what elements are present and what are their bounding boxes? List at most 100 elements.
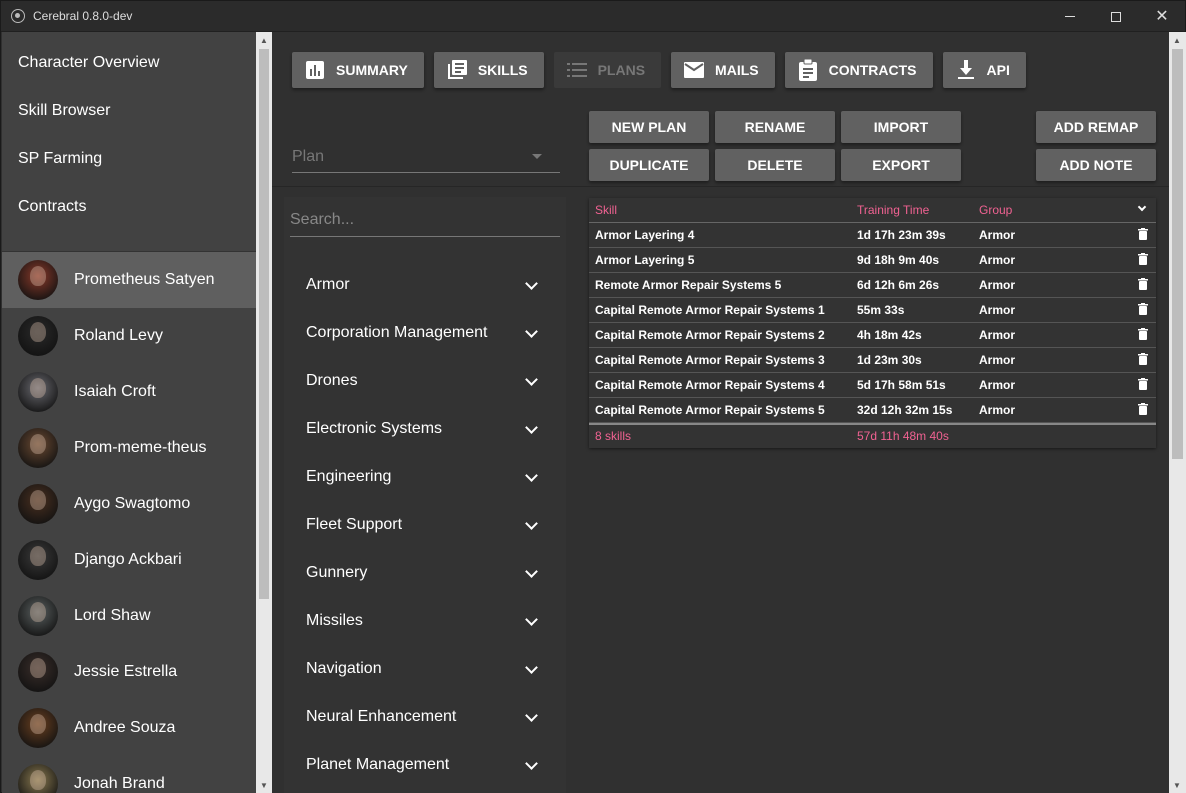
tab-mails[interactable]: MAILS: [671, 52, 775, 88]
chevron-down-icon: [525, 709, 538, 722]
skill-name: Capital Remote Armor Repair Systems 5: [595, 403, 825, 417]
sidebar-scrollbar[interactable]: ▲ ▼: [256, 32, 272, 793]
main-content: SUMMARY SKILLS PLANS MAILS CONTRACTS API…: [272, 32, 1169, 793]
search-input[interactable]: Search...: [290, 209, 560, 237]
chevron-down-icon: [525, 277, 538, 290]
table-row[interactable]: Capital Remote Armor Repair Systems 2 4h …: [589, 323, 1156, 348]
close-button[interactable]: ✕: [1139, 1, 1185, 32]
plan-select[interactable]: Plan: [292, 140, 560, 173]
character-item[interactable]: Jonah Brand: [2, 756, 256, 793]
character-item[interactable]: Andree Souza: [2, 700, 256, 756]
table-row[interactable]: Remote Armor Repair Systems 5 6d 12h 6m 2…: [589, 273, 1156, 298]
category-item[interactable]: Navigation: [284, 645, 566, 693]
add-note-button[interactable]: ADD NOTE: [1036, 149, 1156, 181]
character-name: Jonah Brand: [74, 775, 165, 792]
nav-item-character-overview[interactable]: Character Overview: [2, 39, 256, 87]
export-button[interactable]: EXPORT: [841, 149, 961, 181]
character-name: Jessie Estrella: [74, 663, 178, 680]
nav-item-contracts[interactable]: Contracts: [2, 183, 256, 231]
add-remap-button[interactable]: ADD REMAP: [1036, 111, 1156, 143]
skill-group: Armor: [979, 228, 1016, 242]
main-scrollbar[interactable]: ▲ ▼: [1169, 32, 1186, 793]
table-row[interactable]: Capital Remote Armor Repair Systems 1 55m…: [589, 298, 1156, 323]
table-row[interactable]: Capital Remote Armor Repair Systems 4 5d …: [589, 373, 1156, 398]
category-item[interactable]: Neural Enhancement: [284, 693, 566, 741]
chevron-down-icon: [525, 661, 538, 674]
rename-button[interactable]: RENAME: [715, 111, 835, 143]
character-item[interactable]: Roland Levy: [2, 308, 256, 364]
main-scroll-thumb[interactable]: [1172, 49, 1183, 459]
app-logo-icon: [11, 9, 25, 23]
delete-icon[interactable]: [1138, 403, 1148, 415]
sidebar: Character Overview Skill Browser SP Farm…: [2, 32, 256, 793]
delete-icon[interactable]: [1138, 353, 1148, 365]
character-item[interactable]: Prom-meme-theus: [2, 420, 256, 476]
category-item[interactable]: Armor: [284, 261, 566, 309]
category-item[interactable]: Fleet Support: [284, 501, 566, 549]
close-icon: ✕: [1155, 7, 1169, 25]
maximize-button[interactable]: [1093, 1, 1139, 32]
chevron-down-icon[interactable]: [1137, 202, 1147, 212]
tab-contracts[interactable]: CONTRACTS: [784, 52, 933, 88]
skill-name: Remote Armor Repair Systems 5: [595, 278, 782, 292]
tab-api[interactable]: API: [942, 52, 1026, 88]
avatar: [18, 316, 58, 356]
category-label: Navigation: [306, 660, 382, 677]
delete-button[interactable]: DELETE: [715, 149, 835, 181]
table-row[interactable]: Armor Layering 5 9d 18h 9m 40s Armor: [589, 248, 1156, 273]
delete-icon[interactable]: [1138, 228, 1148, 240]
tab-skills[interactable]: SKILLS: [433, 52, 544, 88]
category-item[interactable]: Engineering: [284, 453, 566, 501]
sidebar-scroll-thumb[interactable]: [259, 49, 269, 599]
character-item[interactable]: Prometheus Satyen: [2, 252, 256, 308]
category-item[interactable]: Gunnery: [284, 549, 566, 597]
column-header-skill[interactable]: Skill: [595, 203, 617, 217]
tab-plans-label: PLANS: [597, 62, 646, 78]
skill-group: Armor: [979, 278, 1016, 292]
import-button[interactable]: IMPORT: [841, 111, 961, 143]
tab-plans[interactable]: PLANS: [553, 52, 662, 88]
delete-icon[interactable]: [1138, 378, 1148, 390]
mail-icon: [683, 59, 705, 81]
new-plan-button[interactable]: NEW PLAN: [589, 111, 709, 143]
column-header-group[interactable]: Group: [979, 203, 1012, 217]
scroll-up-icon[interactable]: ▲: [1169, 32, 1185, 48]
category-item[interactable]: Missiles: [284, 597, 566, 645]
training-time: 1d 23m 30s: [857, 353, 922, 367]
column-header-training-time[interactable]: Training Time: [857, 203, 929, 217]
character-item[interactable]: Isaiah Croft: [2, 364, 256, 420]
category-item[interactable]: Drones: [284, 357, 566, 405]
category-item[interactable]: Corporation Management: [284, 309, 566, 357]
table-row[interactable]: Capital Remote Armor Repair Systems 3 1d …: [589, 348, 1156, 373]
title-bar[interactable]: Cerebral 0.8.0-dev ✕: [1, 1, 1185, 32]
scroll-up-icon[interactable]: ▲: [256, 32, 272, 48]
category-label: Electronic Systems: [306, 420, 443, 437]
chevron-down-icon: [525, 325, 538, 338]
skill-name: Capital Remote Armor Repair Systems 4: [595, 378, 825, 392]
category-item[interactable]: Electronic Systems: [284, 405, 566, 453]
nav-item-sp-farming[interactable]: SP Farming: [2, 135, 256, 183]
duplicate-button[interactable]: DUPLICATE: [589, 149, 709, 181]
category-item[interactable]: Planet Management: [284, 741, 566, 789]
minimize-icon: [1065, 16, 1075, 17]
scroll-down-icon[interactable]: ▼: [256, 777, 272, 793]
table-row[interactable]: Armor Layering 4 1d 17h 23m 39s Armor: [589, 223, 1156, 248]
avatar: [18, 428, 58, 468]
delete-icon[interactable]: [1138, 303, 1148, 315]
character-item[interactable]: Django Ackbari: [2, 532, 256, 588]
character-item[interactable]: Jessie Estrella: [2, 644, 256, 700]
character-item[interactable]: Aygo Swagtomo: [2, 476, 256, 532]
minimize-button[interactable]: [1047, 1, 1093, 32]
window-title: Cerebral 0.8.0-dev: [33, 9, 133, 23]
character-item[interactable]: Lord Shaw: [2, 588, 256, 644]
delete-icon[interactable]: [1138, 328, 1148, 340]
tab-summary[interactable]: SUMMARY: [292, 52, 424, 88]
training-time: 1d 17h 23m 39s: [857, 228, 946, 242]
table-footer: 8 skills 57d 11h 48m 40s: [589, 423, 1156, 447]
delete-icon[interactable]: [1138, 278, 1148, 290]
scroll-down-icon[interactable]: ▼: [1169, 777, 1185, 793]
plan-table: Skill Training Time Group Armor Layering…: [589, 198, 1156, 448]
delete-icon[interactable]: [1138, 253, 1148, 265]
table-row[interactable]: Capital Remote Armor Repair Systems 5 32d…: [589, 398, 1156, 423]
nav-item-skill-browser[interactable]: Skill Browser: [2, 87, 256, 135]
